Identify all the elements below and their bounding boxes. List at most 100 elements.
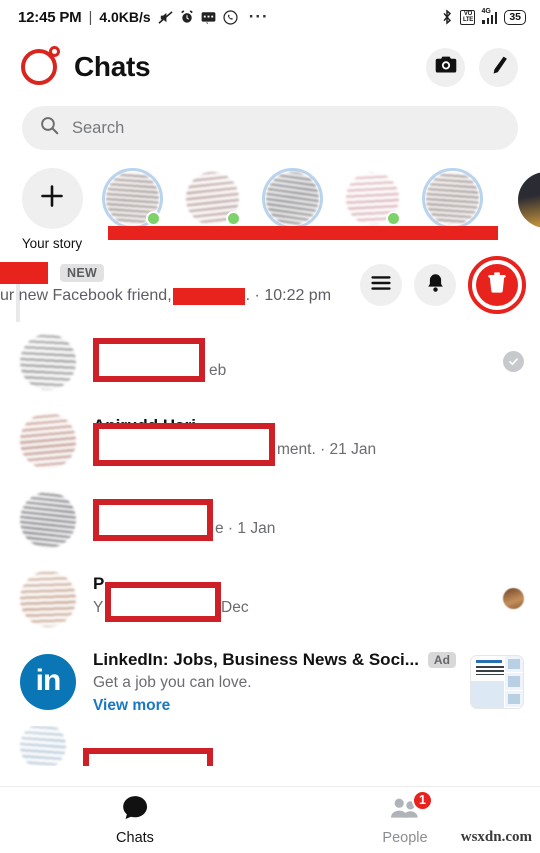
online-indicator	[385, 211, 401, 226]
chat-list: eb Anirudd Hari ment. · 21 Jan e · 1 Jan	[0, 322, 540, 766]
chat-snippet: eb	[209, 361, 227, 379]
messenger-chats-screen: 12:45 PM | 4.0KB/s ··· VO LTE 4G 35 Chat…	[0, 0, 540, 853]
bell-icon	[426, 273, 445, 298]
signal-4g-icon: 4G	[481, 8, 498, 24]
blurred-avatar-image	[518, 172, 540, 228]
nav-item-chats[interactable]: Chats	[0, 795, 270, 846]
notification-text-before: ur new Facebook friend,	[0, 287, 172, 304]
chat-redaction-box	[83, 748, 213, 766]
search-container: Search	[0, 100, 540, 150]
your-story-item[interactable]: Your story	[20, 168, 84, 251]
chat-snippet-prefix: Y	[93, 598, 104, 616]
status-overflow: ···	[248, 7, 269, 26]
avatar[interactable]	[182, 168, 243, 229]
chat-redaction-box	[93, 498, 213, 541]
sponsored-ad-row[interactable]: in LinkedIn: Jobs, Business News & Soci.…	[0, 638, 540, 726]
bluetooth-icon	[441, 9, 453, 25]
notification-text-after: . · 10:22 pm	[245, 287, 332, 304]
search-bar[interactable]: Search	[22, 106, 518, 150]
story-item[interactable]	[100, 168, 164, 229]
chat-snippet: e · 1 Jan	[215, 519, 276, 537]
alarm-icon	[180, 10, 194, 24]
table-row-partial[interactable]	[0, 726, 540, 766]
add-story-button[interactable]	[21, 168, 83, 229]
delete-button[interactable]	[476, 264, 518, 306]
status-bar-left: 12:45 PM | 4.0KB/s ···	[18, 7, 269, 26]
search-icon	[40, 116, 59, 140]
table-row[interactable]: eb	[0, 322, 540, 401]
compose-icon	[489, 55, 509, 80]
people-unread-badge: 1	[412, 789, 433, 811]
story-item[interactable]	[260, 168, 324, 229]
notification-subtitle: ur new Facebook friend, . · 10:22 pm	[0, 287, 331, 305]
search-input[interactable]: Search	[72, 119, 124, 138]
story-item-partial[interactable]	[518, 172, 540, 228]
ad-thumbnail-tile	[504, 656, 523, 674]
story-names-redaction-bar	[108, 226, 498, 240]
camera-button[interactable]	[426, 47, 465, 87]
overlay-action-buttons	[360, 256, 526, 314]
chat-redaction-box	[93, 422, 275, 466]
network-gen-label: 4G	[481, 8, 491, 15]
chat-row-body	[83, 726, 524, 766]
chat-snippet: Dec	[221, 598, 249, 616]
table-row[interactable]: Anirudd Hari ment. · 21 Jan	[0, 401, 540, 480]
new-badge: NEW	[60, 264, 105, 282]
ad-thumbnail-tile	[504, 673, 523, 691]
chat-row-body: P Y Dec	[93, 571, 503, 627]
linkedin-logo-icon: in	[20, 654, 76, 710]
your-story-label: Your story	[21, 236, 83, 251]
online-indicator	[145, 211, 161, 226]
story-item[interactable]	[340, 168, 404, 229]
chat-row-body: Anirudd Hari ment. · 21 Jan	[93, 413, 524, 469]
status-time: 12:45 PM	[18, 8, 82, 26]
notification-title-redaction	[0, 262, 48, 284]
delete-icon	[487, 272, 507, 298]
stories-row[interactable]: Your story	[0, 150, 540, 251]
menu-button[interactable]	[360, 264, 402, 306]
page-title: Chats	[74, 51, 151, 82]
ad-description: Get a job you can love.	[93, 673, 252, 691]
linkedin-logo-text: in	[35, 663, 62, 697]
menu-icon	[371, 275, 391, 296]
avatar[interactable]	[20, 412, 76, 469]
avatar[interactable]	[101, 168, 163, 229]
status-bar-right: VO LTE 4G 35	[441, 8, 526, 25]
ad-thumbnail-tile	[504, 690, 523, 708]
avatar[interactable]	[261, 168, 323, 229]
compose-button[interactable]	[479, 47, 518, 87]
story-item[interactable]	[180, 168, 244, 229]
avatar[interactable]	[20, 726, 66, 766]
status-separator: |	[88, 8, 93, 26]
avatar	[503, 588, 524, 609]
logo-badge-shape	[49, 46, 60, 57]
plus-icon	[39, 183, 65, 214]
table-row[interactable]: e · 1 Jan	[0, 480, 540, 559]
ad-cta-link[interactable]: View more	[93, 697, 470, 715]
chat-row-body: e · 1 Jan	[93, 492, 524, 548]
mute-icon	[158, 10, 173, 25]
ad-title-line: LinkedIn: Jobs, Business News & Soci... …	[93, 650, 470, 670]
blurred-avatar-image	[425, 172, 479, 225]
app-header: Chats	[0, 34, 540, 100]
header-actions	[426, 47, 518, 87]
avatar[interactable]	[342, 168, 403, 229]
chat-redaction-box	[105, 581, 221, 622]
chat-row-body: eb	[93, 334, 503, 390]
notification-row[interactable]: NEW ur new Facebook friend, . · 10:22 pm	[0, 256, 540, 322]
chat-redaction-box	[93, 337, 205, 382]
notifications-button[interactable]	[414, 264, 456, 306]
volte-icon: VO LTE	[460, 9, 476, 25]
chat-bubble-icon	[122, 795, 149, 825]
messenger-logo-icon[interactable]	[18, 45, 62, 89]
story-item[interactable]	[420, 168, 484, 229]
whatsapp-icon	[223, 9, 238, 25]
watermark: wsxdn.com	[460, 829, 532, 845]
avatar[interactable]	[421, 168, 483, 229]
ad-thumbnail-image[interactable]	[470, 655, 524, 709]
avatar[interactable]	[20, 333, 76, 390]
avatar[interactable]	[20, 491, 76, 548]
table-row[interactable]: P Y Dec	[0, 559, 540, 638]
avatar[interactable]	[20, 570, 76, 627]
delete-button-highlight[interactable]	[468, 256, 526, 314]
